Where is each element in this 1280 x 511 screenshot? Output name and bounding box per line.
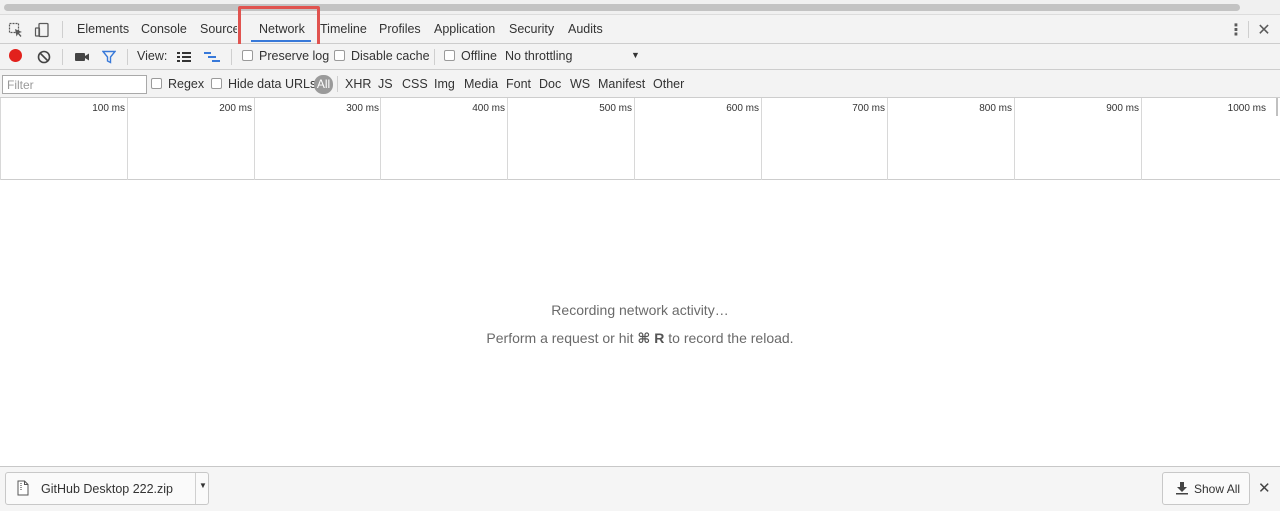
toolbar-divider xyxy=(434,49,435,65)
device-toolbar-icon[interactable] xyxy=(33,21,51,39)
timeline-tick-label: 1000 ms xyxy=(1227,103,1266,114)
type-filter-js[interactable]: JS xyxy=(378,77,393,91)
record-button[interactable] xyxy=(9,49,22,62)
record-reload-hint: Perform a request or hit ⌘ R to record t… xyxy=(0,330,1280,347)
timeline-gridline xyxy=(380,98,381,180)
recording-status-text: Recording network activity… xyxy=(551,302,729,318)
hide-data-urls-label: Hide data URLs xyxy=(228,77,317,91)
devtools-tabbar: Elements Console Sources Network Timelin… xyxy=(0,15,1280,44)
timeline-end-handle[interactable] xyxy=(1276,98,1278,116)
timeline-gridline xyxy=(761,98,762,180)
download-item[interactable]: GitHub Desktop 222.zip ▼ xyxy=(5,472,209,505)
type-filter-ws[interactable]: WS xyxy=(570,77,590,91)
filter-input[interactable] xyxy=(2,75,147,94)
close-download-shelf-icon[interactable]: ✕ xyxy=(1258,481,1271,496)
timeline-tick-label: 500 ms xyxy=(599,103,632,114)
toolbar-divider xyxy=(231,49,232,65)
offline-label: Offline xyxy=(461,49,497,63)
throttling-value: No throttling xyxy=(505,49,573,63)
horizontal-scrollbar[interactable] xyxy=(0,0,1280,15)
network-filterbar: Regex Hide data URLs All XHR JS CSS Img … xyxy=(0,70,1280,98)
toolbar-divider xyxy=(127,49,128,65)
timeline-gridline xyxy=(127,98,128,180)
regex-label: Regex xyxy=(168,77,205,91)
timeline-overview[interactable]: 100 ms 200 ms 300 ms 400 ms 500 ms 600 m… xyxy=(0,98,1280,180)
timeline-tick-label: 300 ms xyxy=(346,103,379,114)
type-filter-img[interactable]: Img xyxy=(434,77,455,91)
tab-sources[interactable]: Sources xyxy=(200,15,237,43)
timeline-tick-label: 600 ms xyxy=(726,103,759,114)
show-all-downloads-button[interactable]: Show All xyxy=(1162,472,1250,505)
regex-checkbox[interactable] xyxy=(151,78,162,89)
type-filter-xhr[interactable]: XHR xyxy=(345,77,371,91)
tab-elements[interactable]: Elements xyxy=(77,15,129,43)
tabbar-divider xyxy=(1248,21,1249,38)
network-toolbar: View: Preserve log Disable cache Offline… xyxy=(0,44,1280,70)
timeline-tick-label: 100 ms xyxy=(92,103,125,114)
type-filter-font[interactable]: Font xyxy=(506,77,531,91)
show-all-label: Show All xyxy=(1194,482,1241,496)
type-filter-manifest[interactable]: Manifest xyxy=(598,77,645,91)
filterbar-divider xyxy=(337,76,338,92)
timeline-tick-label: 800 ms xyxy=(979,103,1012,114)
scrollbar-thumb[interactable] xyxy=(4,4,1240,11)
disable-cache-checkbox[interactable] xyxy=(334,50,345,61)
tabbar-divider xyxy=(62,21,63,38)
timeline-gridline xyxy=(1014,98,1015,180)
toolbar-divider xyxy=(62,49,63,65)
preserve-log-label: Preserve log xyxy=(259,49,330,63)
tab-security[interactable]: Security xyxy=(509,15,554,43)
timeline-gridline xyxy=(634,98,635,180)
timeline-tick-label: 200 ms xyxy=(219,103,252,114)
download-menu-caret-icon[interactable]: ▼ xyxy=(199,481,207,490)
timeline-gridline xyxy=(887,98,888,180)
reload-shortcut: ⌘ R xyxy=(637,330,665,346)
clear-icon[interactable] xyxy=(35,48,53,66)
timeline-tick-label: 700 ms xyxy=(852,103,885,114)
large-request-rows-icon[interactable] xyxy=(175,48,193,66)
tab-audits[interactable]: Audits xyxy=(568,15,603,43)
type-filter-other[interactable]: Other xyxy=(653,77,684,91)
timeline-gridline xyxy=(507,98,508,180)
type-filter-css[interactable]: CSS xyxy=(402,77,428,91)
tab-console[interactable]: Console xyxy=(141,15,187,43)
download-icon xyxy=(1175,481,1189,498)
filter-icon[interactable] xyxy=(100,48,118,66)
tab-timeline[interactable]: Timeline xyxy=(320,15,367,43)
dropdown-caret-icon: ▼ xyxy=(631,50,640,60)
hint-suffix: to record the reload. xyxy=(664,330,794,346)
download-file-name: GitHub Desktop 222.zip xyxy=(41,482,174,496)
timeline-gridline xyxy=(254,98,255,180)
throttling-select[interactable]: No throttling ▼ xyxy=(505,49,645,63)
inspect-element-icon[interactable] xyxy=(7,21,25,39)
timeline-gridline xyxy=(1141,98,1142,180)
offline-checkbox[interactable] xyxy=(444,50,455,61)
capture-screenshots-icon[interactable] xyxy=(73,48,91,66)
type-filter-media[interactable]: Media xyxy=(464,77,498,91)
tab-profiles[interactable]: Profiles xyxy=(379,15,421,43)
disable-cache-label: Disable cache xyxy=(351,49,430,63)
hint-prefix: Perform a request or hit xyxy=(486,330,638,346)
timeline-tick-label: 400 ms xyxy=(472,103,505,114)
more-options-icon[interactable]: ⋮ xyxy=(1227,21,1245,39)
download-item-divider xyxy=(195,473,196,504)
file-icon xyxy=(17,480,29,499)
close-devtools-icon[interactable]: ✕ xyxy=(1255,21,1273,39)
preserve-log-checkbox[interactable] xyxy=(242,50,253,61)
download-shelf: GitHub Desktop 222.zip ▼ Show All ✕ xyxy=(0,466,1280,511)
timeline-gridline xyxy=(0,98,1,180)
timeline-tick-label: 900 ms xyxy=(1106,103,1139,114)
network-tab-highlight xyxy=(238,6,320,47)
overview-waterfall-icon[interactable] xyxy=(203,48,221,66)
hide-data-urls-checkbox[interactable] xyxy=(211,78,222,89)
tab-application[interactable]: Application xyxy=(434,15,495,43)
type-filter-doc[interactable]: Doc xyxy=(539,77,561,91)
type-filter-all[interactable]: All xyxy=(314,75,333,94)
view-label: View: xyxy=(137,49,168,63)
